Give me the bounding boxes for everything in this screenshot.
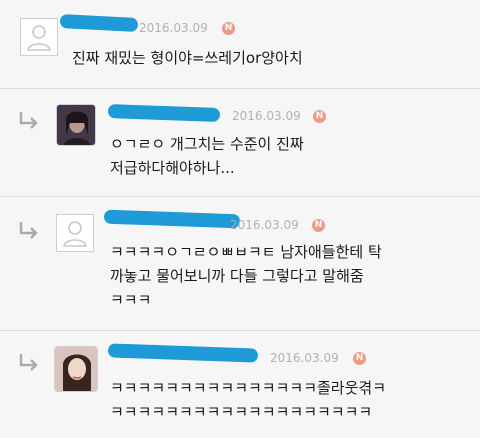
new-badge: N (222, 22, 235, 35)
redacted-username (59, 13, 139, 33)
comment-date: 2016.03.09 (230, 218, 299, 232)
comment-text-line: ㅋㅋㅋㅋㅇㄱㄹㅇㅃㅂㅋㅌ 남자애들한테 탁 (110, 243, 382, 261)
reply-item: 2016.03.09 N ㅇㄱㄹㅇ 개그치는 수준이 진짜 저급하다해야하나..… (0, 90, 480, 200)
divider (0, 330, 480, 331)
comment-date: 2016.03.09 (232, 109, 301, 123)
redacted-username (107, 343, 259, 363)
new-badge: N (312, 219, 325, 232)
divider (0, 88, 480, 89)
redacted-username (103, 209, 241, 229)
comment-text-line: 저급하다해야하나... (110, 159, 235, 177)
comment-text-line: ㅇㄱㄹㅇ 개그치는 수준이 진짜 (110, 135, 304, 153)
profile-photo-avatar[interactable] (54, 346, 98, 392)
default-avatar-icon[interactable] (56, 214, 94, 252)
comment-text: 진짜 재밌는 형이야=쓰레기or양아치 (72, 49, 303, 67)
comment-text-line: 까놓고 물어보니까 다들 그렇다고 말해줌 (110, 267, 364, 285)
default-avatar-icon[interactable] (20, 18, 58, 56)
reply-arrow-icon (19, 112, 38, 129)
comment-date: 2016.03.09 (270, 351, 339, 365)
reply-arrow-icon (19, 354, 38, 371)
reply-arrow-icon (19, 222, 38, 239)
reply-item: 2016.03.09 N ㅋㅋㅋㅋㅇㄱㄹㅇㅃㅂㅋㅌ 남자애들한테 탁 까놓고 물… (0, 198, 480, 332)
comment-text-line: ㅋㅋㅋㅋㅋㅋㅋㅋㅋㅋㅋㅋㅋㅋㅋ졸라웃겪ㅋ (110, 379, 387, 397)
comment-item: 2016.03.09 N 진짜 재밌는 형이야=쓰레기or양아치 (0, 0, 480, 90)
new-badge: N (313, 110, 326, 123)
divider (0, 196, 480, 197)
profile-photo-avatar[interactable] (56, 104, 96, 146)
new-badge: N (353, 352, 366, 365)
comment-text-line: ㅋㅋㅋ (110, 291, 152, 309)
redacted-username (107, 104, 221, 122)
comment-text-line: ㅋㅋㅋㅋㅋㅋㅋㅋㅋㅋㅋㅋㅋㅋㅋㅋㅋㅋㅋ (110, 403, 373, 421)
comment-date: 2016.03.09 (139, 21, 208, 35)
reply-item: 2016.03.09 N ㅋㅋㅋㅋㅋㅋㅋㅋㅋㅋㅋㅋㅋㅋㅋ졸라웃겪ㅋ ㅋㅋㅋㅋㅋㅋ… (0, 332, 480, 438)
